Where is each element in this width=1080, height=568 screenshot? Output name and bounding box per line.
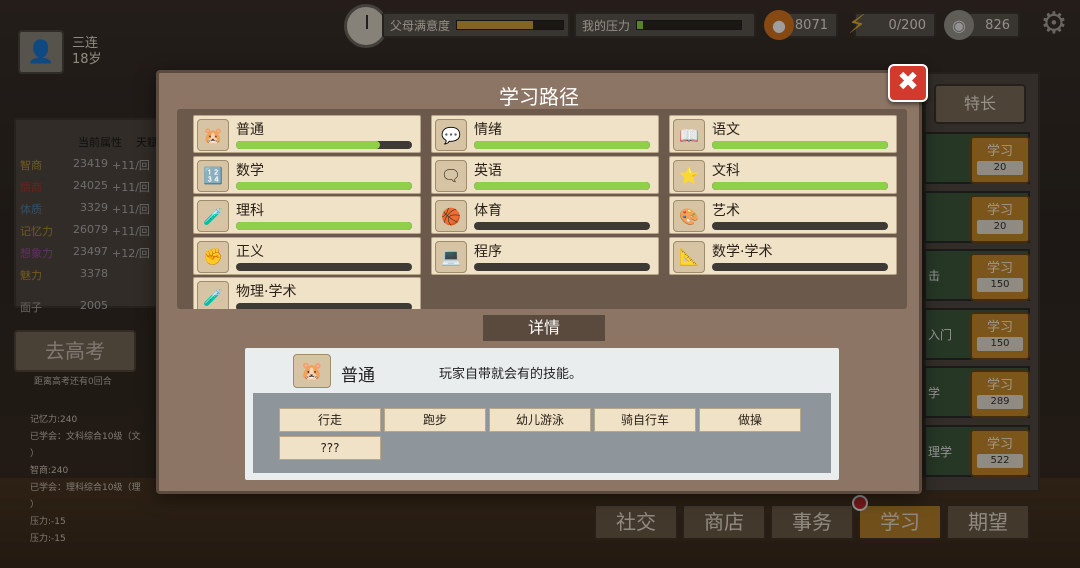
skill-progress-fill (712, 181, 888, 190)
skill-icon: 🏀 (435, 200, 467, 232)
skill-progress-fill (236, 141, 381, 149)
detail-tab: 详情 (483, 315, 605, 341)
skill-name: 文科 (712, 162, 740, 179)
skill-icon: ⭐ (673, 159, 705, 192)
skill-icon: 🐹 (197, 119, 229, 151)
skill-item[interactable]: 📐 数学·学术 (669, 236, 897, 275)
skill-progress-fill (474, 141, 650, 149)
skill-item[interactable]: 📖 语文 (669, 115, 897, 153)
skill-name: 程序 (474, 243, 502, 260)
skill-progress (236, 262, 412, 271)
skill-progress (712, 181, 888, 190)
skill-item[interactable]: 🐹 普通 (193, 115, 421, 153)
detail-skill-desc: 玩家自带就会有的技能。 (439, 367, 583, 382)
subskill-button[interactable]: 骑自行车 (594, 408, 696, 432)
skill-icon: 💬 (435, 119, 467, 151)
skill-progress (712, 222, 888, 230)
skill-name: 体育 (474, 203, 502, 219)
skill-name: 数学·学术 (712, 243, 773, 260)
skill-item[interactable]: 🧪 理科 (193, 196, 421, 234)
skill-progress (474, 141, 650, 149)
skill-icon: 📐 (673, 240, 705, 273)
skill-name: 艺术 (712, 203, 740, 219)
skill-icon: ✊ (197, 240, 229, 273)
skill-item[interactable]: 💬 情绪 (431, 115, 659, 153)
skill-item[interactable]: 🧪 物理·学术 (193, 277, 421, 309)
skill-progress (474, 181, 650, 190)
skill-name: 物理·学术 (236, 284, 297, 300)
skill-icon: 🧪 (197, 200, 229, 232)
subskill-button[interactable]: 跑步 (384, 408, 486, 432)
skill-progress (236, 303, 412, 309)
skill-icon: 🔢 (197, 159, 229, 192)
skill-name: 语文 (712, 122, 740, 138)
skill-item[interactable]: ✊ 正义 (193, 236, 421, 275)
skill-progress (236, 222, 412, 230)
detail-panel: 🐹 普通 玩家自带就会有的技能。 行走 跑步 幼儿游泳 骑自行车 做操??? (245, 348, 839, 480)
skill-item[interactable]: 🎨 艺术 (669, 196, 897, 234)
skill-progress-fill (712, 141, 888, 149)
skill-item[interactable]: ⭐ 文科 (669, 155, 897, 194)
skill-icon: 🗨 (435, 159, 467, 192)
hamster-icon: 🐹 (293, 354, 331, 388)
modal-title: 学习路径 (499, 85, 579, 109)
skill-icon: 📖 (673, 119, 705, 151)
skill-name: 普通 (236, 122, 264, 138)
skill-progress (474, 222, 650, 230)
subskill-button[interactable]: 行走 (279, 408, 381, 432)
skill-progress (236, 141, 412, 149)
subskill-button[interactable]: 幼儿游泳 (489, 408, 591, 432)
skill-icon: 💻 (435, 240, 467, 273)
skill-progress-fill (236, 222, 412, 230)
study-path-modal: 学习路径 🐹 普通 💬 情绪 📖 语文 🔢 数学 🗨 英语 ⭐ 文科 🧪 理科 🏀 体育 🎨 艺术 ✊ 正义 💻 程序 📐 数… (156, 70, 922, 494)
skill-progress (712, 262, 888, 271)
skill-progress-fill (474, 181, 650, 190)
skill-item[interactable]: 🗨 英语 (431, 155, 659, 194)
skill-icon: 🧪 (197, 281, 229, 309)
skill-item[interactable]: 🔢 数学 (193, 155, 421, 194)
skill-name: 理科 (236, 203, 264, 219)
skill-name: 正义 (236, 243, 264, 260)
close-button[interactable]: ✖ (888, 64, 928, 102)
skill-progress (236, 181, 412, 190)
skill-icon: 🎨 (673, 200, 705, 232)
detail-skill-name: 普通 (341, 366, 375, 386)
subskill-list: 行走 跑步 幼儿游泳 骑自行车 做操??? (253, 393, 831, 473)
skill-progress (474, 262, 650, 271)
subskill-button[interactable]: ??? (279, 436, 381, 460)
subskill-button[interactable]: 做操 (699, 408, 801, 432)
skill-progress (712, 141, 888, 149)
skill-grid[interactable]: 🐹 普通 💬 情绪 📖 语文 🔢 数学 🗨 英语 ⭐ 文科 🧪 理科 🏀 体育 🎨 艺术 ✊ 正义 💻 程序 📐 数学·学术 🧪… (177, 109, 907, 309)
skill-name: 英语 (474, 162, 502, 179)
skill-item[interactable]: 💻 程序 (431, 236, 659, 275)
skill-name: 情绪 (474, 122, 502, 138)
skill-item[interactable]: 🏀 体育 (431, 196, 659, 234)
skill-progress-fill (236, 181, 412, 190)
skill-name: 数学 (236, 162, 264, 179)
